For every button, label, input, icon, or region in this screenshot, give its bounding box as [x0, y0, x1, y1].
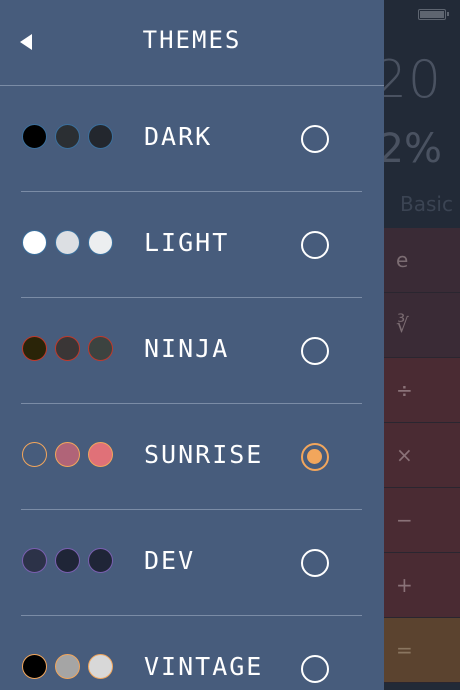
- color-swatch: [88, 442, 113, 467]
- color-swatch: [88, 230, 113, 255]
- radio-unselected-icon[interactable]: [301, 125, 329, 153]
- theme-swatches: [22, 548, 113, 573]
- theme-option-ninja[interactable]: NINJA: [0, 298, 384, 404]
- theme-swatches: [22, 654, 113, 679]
- key-e[interactable]: e: [384, 228, 460, 293]
- color-swatch: [55, 230, 80, 255]
- color-swatch: [22, 654, 47, 679]
- theme-name-label: SUNRISE: [144, 440, 264, 469]
- color-swatch: [88, 548, 113, 573]
- battery-icon: [418, 9, 449, 20]
- radio-unselected-icon[interactable]: [301, 655, 329, 683]
- radio-unselected-icon[interactable]: [301, 337, 329, 365]
- color-swatch: [88, 336, 113, 361]
- theme-list: DARK LIGHT NINJA SUNRISE DEV VINTAGE: [0, 86, 384, 690]
- theme-swatches: [22, 442, 113, 467]
- calculator-mode-label[interactable]: Basic: [400, 192, 453, 216]
- key-equals[interactable]: =: [384, 618, 460, 683]
- color-swatch: [22, 336, 47, 361]
- key-cube-root[interactable]: ∛: [384, 293, 460, 358]
- color-swatch: [22, 124, 47, 149]
- theme-swatches: [22, 336, 113, 361]
- key-add[interactable]: +: [384, 553, 460, 618]
- calculator-keypad: e ∛ ÷ × − + =: [384, 228, 460, 683]
- theme-swatches: [22, 124, 113, 149]
- calculator-display-value: 20: [384, 50, 442, 110]
- theme-name-label: VINTAGE: [144, 652, 264, 681]
- color-swatch: [55, 548, 80, 573]
- theme-name-label: LIGHT: [144, 228, 230, 257]
- color-swatch: [55, 336, 80, 361]
- key-subtract[interactable]: −: [384, 488, 460, 553]
- drawer-header: THEMES: [0, 0, 384, 86]
- color-swatch: [55, 654, 80, 679]
- theme-option-vintage[interactable]: VINTAGE: [0, 616, 384, 690]
- theme-name-label: DARK: [144, 122, 213, 151]
- theme-option-dev[interactable]: DEV: [0, 510, 384, 616]
- theme-swatches: [22, 230, 113, 255]
- radio-unselected-icon[interactable]: [301, 231, 329, 259]
- color-swatch: [22, 230, 47, 255]
- radio-selected-icon[interactable]: [301, 443, 329, 471]
- theme-option-light[interactable]: LIGHT: [0, 192, 384, 298]
- key-divide[interactable]: ÷: [384, 358, 460, 423]
- calculator-panel: 20 22% Basic e ∛ ÷ × − + =: [384, 0, 460, 690]
- key-multiply[interactable]: ×: [384, 423, 460, 488]
- calculator-percent-value: 22%: [384, 126, 442, 172]
- color-swatch: [88, 124, 113, 149]
- color-swatch: [22, 442, 47, 467]
- theme-option-dark[interactable]: DARK: [0, 86, 384, 192]
- color-swatch: [55, 442, 80, 467]
- color-swatch: [88, 654, 113, 679]
- page-title: THEMES: [142, 26, 242, 54]
- color-swatch: [22, 548, 47, 573]
- theme-name-label: DEV: [144, 546, 196, 575]
- radio-unselected-icon[interactable]: [301, 549, 329, 577]
- color-swatch: [55, 124, 80, 149]
- theme-name-label: NINJA: [144, 334, 230, 363]
- themes-drawer: THEMES DARK LIGHT NINJA SUNRISE DEV VINTAGE: [0, 0, 384, 690]
- theme-option-sunrise[interactable]: SUNRISE: [0, 404, 384, 510]
